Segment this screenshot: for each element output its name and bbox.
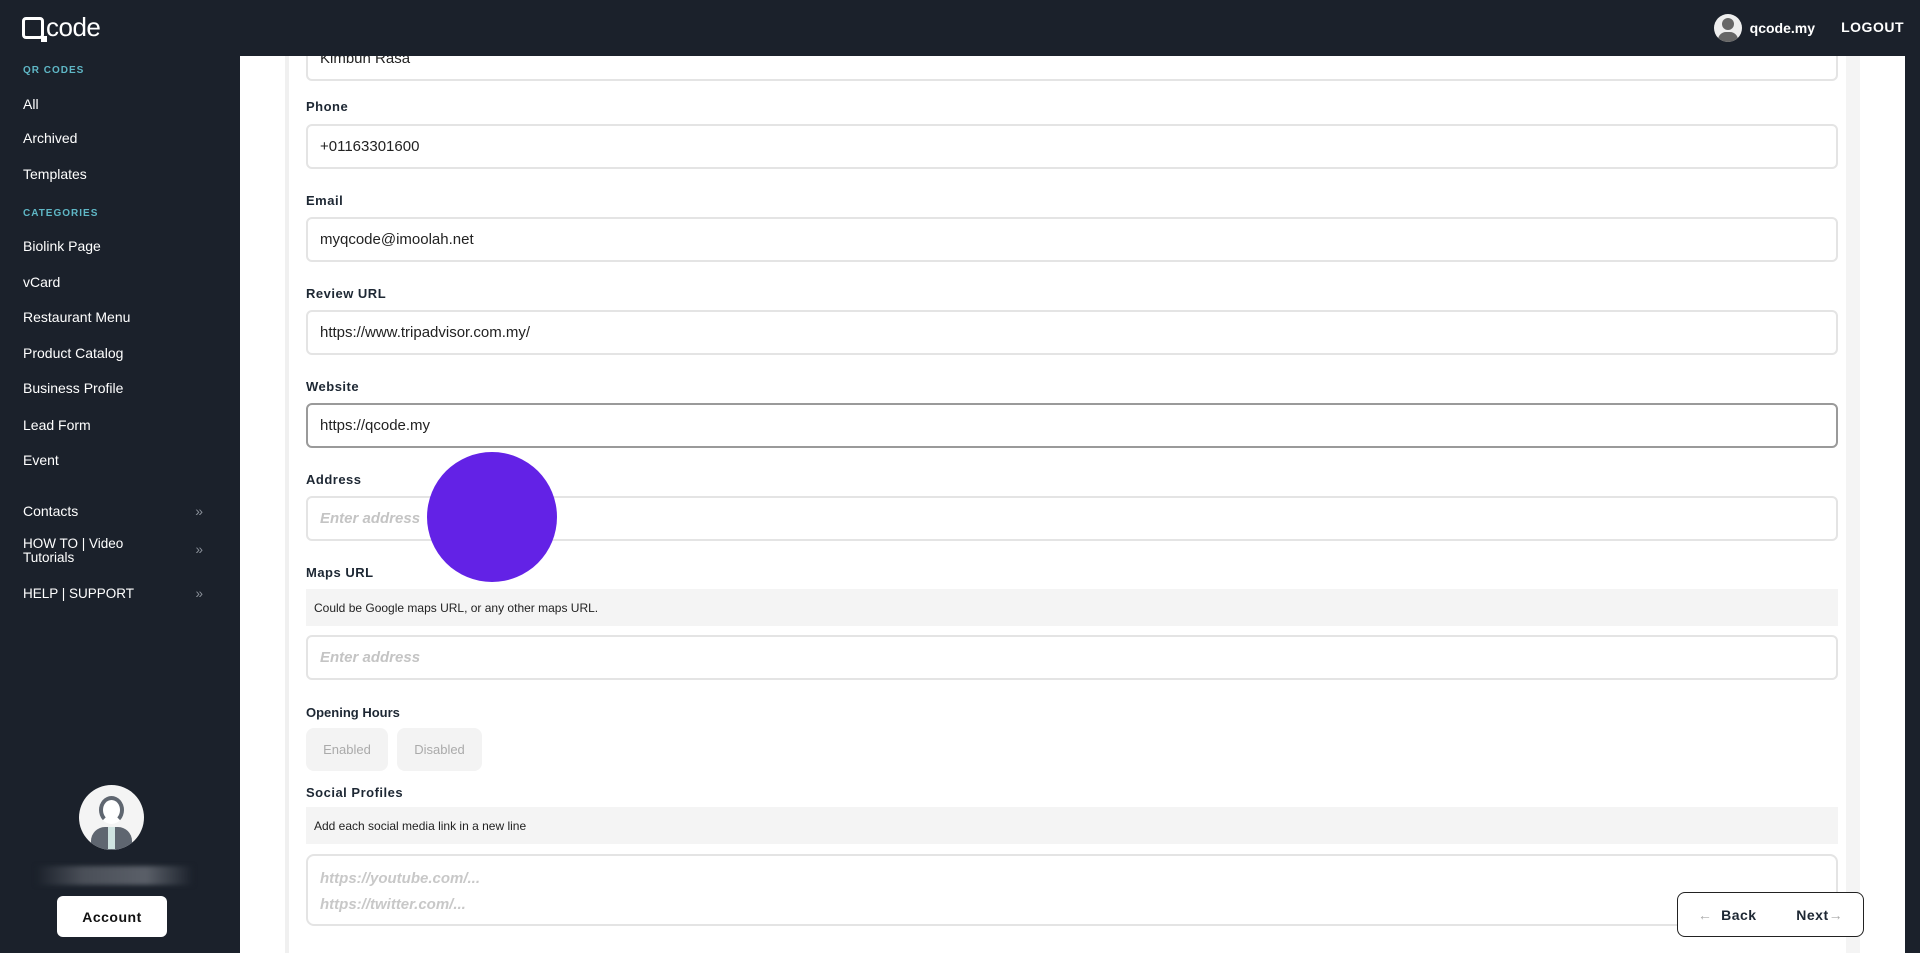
email-input[interactable]: myqcode@imoolah.net xyxy=(306,217,1838,262)
logout-link[interactable]: LOGOUT xyxy=(1841,19,1904,35)
blurred-username xyxy=(36,866,193,885)
sidebar-item-templates[interactable]: Templates xyxy=(23,166,203,182)
sidebar-item-event[interactable]: Event xyxy=(23,452,203,468)
address-label: Address xyxy=(306,472,362,487)
back-button[interactable]: ← Back xyxy=(1698,907,1757,923)
sidebar-item-how-to[interactable]: HOW TO | Video Tutorials » xyxy=(23,537,203,565)
label: HELP | SUPPORT xyxy=(23,586,135,601)
email-label: Email xyxy=(306,193,344,208)
sidebar-item-archived[interactable]: Archived xyxy=(23,130,203,146)
maps-url-input[interactable]: Enter address xyxy=(306,635,1838,680)
sidebar-item-lead-form[interactable]: Lead Form xyxy=(23,417,203,433)
sidebar-item-restaurant-menu[interactable]: Restaurant Menu xyxy=(23,309,203,325)
username: qcode.my xyxy=(1749,20,1815,36)
next-button[interactable]: Next→ xyxy=(1796,907,1843,923)
top-bar: code qcode.my LOGOUT xyxy=(0,0,1920,56)
qcode-logo[interactable]: code xyxy=(22,12,101,43)
avatar-tie xyxy=(108,827,115,849)
arrow-left-icon: ← xyxy=(1697,906,1713,923)
account-button[interactable]: Account xyxy=(57,896,167,937)
social-profiles-help: Add each social media link in a new line xyxy=(306,807,1838,844)
maps-url-help: Could be Google maps URL, or any other m… xyxy=(306,589,1838,626)
chevron-double-right-icon: » xyxy=(195,586,203,601)
opening-hours-enabled-button[interactable]: Enabled xyxy=(306,728,388,771)
phone-input[interactable]: +01163301600 xyxy=(306,124,1838,169)
social-profiles-textarea[interactable]: https://youtube.com/... https://twitter.c… xyxy=(306,854,1838,926)
sidebar-item-help-support[interactable]: HELP | SUPPORT » xyxy=(23,586,203,601)
website-label: Website xyxy=(306,379,360,394)
maps-url-label: Maps URL xyxy=(306,565,374,580)
placeholder-line: https://youtube.com/... xyxy=(320,870,480,887)
user-avatar-icon xyxy=(1713,14,1742,42)
section-qr-codes: QR CODES xyxy=(23,65,85,76)
label: HOW TO | Video Tutorials xyxy=(23,536,124,565)
sidebar-item-business-profile[interactable]: Business Profile xyxy=(23,380,203,396)
account-avatar[interactable] xyxy=(79,785,144,850)
sidebar-item-all[interactable]: All xyxy=(23,96,203,112)
sidebar-item-product-catalog[interactable]: Product Catalog xyxy=(23,345,203,361)
chevron-double-right-icon: » xyxy=(195,503,203,519)
right-edge xyxy=(1905,56,1920,953)
chevron-double-right-icon: » xyxy=(195,542,203,557)
back-label: Back xyxy=(1721,906,1757,923)
review-url-label: Review URL xyxy=(306,286,387,301)
logo-text: code xyxy=(46,12,101,42)
arrow-right-icon: → xyxy=(1828,906,1844,923)
review-url-input[interactable]: https://www.tripadvisor.com.my/ xyxy=(306,310,1838,355)
next-label: Next xyxy=(1796,906,1829,923)
section-categories: CATEGORIES xyxy=(23,208,99,219)
opening-hours-disabled-button[interactable]: Disabled xyxy=(397,728,482,771)
sidebar-item-vcard[interactable]: vCard xyxy=(23,274,203,290)
sidebar-item-contacts[interactable]: Contacts » xyxy=(23,503,203,519)
click-indicator xyxy=(427,452,557,582)
avatar-head xyxy=(99,796,124,824)
opening-hours-label: Opening Hours xyxy=(306,705,400,720)
phone-label: Phone xyxy=(306,99,349,114)
label: Contacts xyxy=(23,503,79,519)
website-input[interactable]: https://qcode.my xyxy=(306,403,1838,448)
name-input[interactable]: Kimbun Rasa xyxy=(306,56,1838,81)
social-profiles-label: Social Profiles xyxy=(306,785,404,800)
wizard-nav: ← Back Next→ xyxy=(1677,892,1864,937)
sidebar-item-biolink[interactable]: Biolink Page xyxy=(23,238,203,254)
placeholder-line: https://twitter.com/... xyxy=(320,896,466,913)
user-menu[interactable]: qcode.my xyxy=(1713,14,1815,42)
logo-q-icon xyxy=(22,16,47,42)
